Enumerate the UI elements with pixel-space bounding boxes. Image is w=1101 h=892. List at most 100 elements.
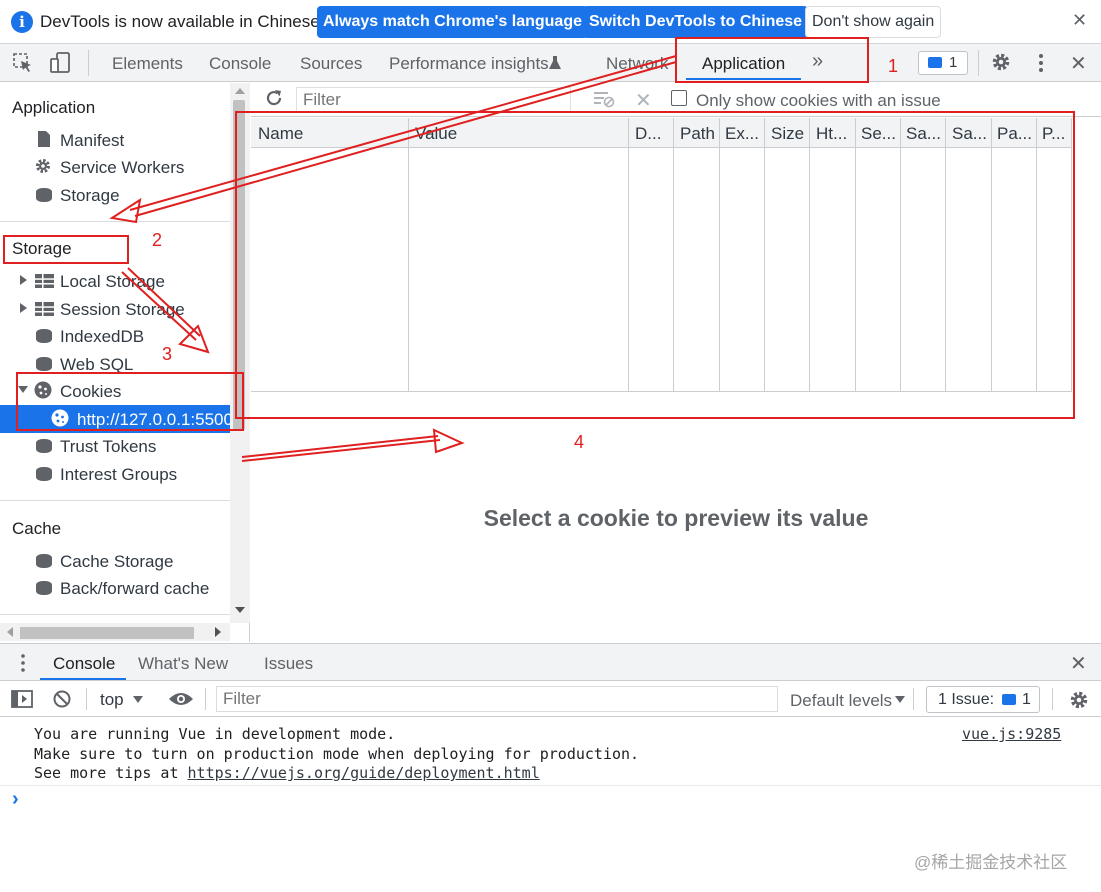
table-icon (35, 274, 54, 288)
more-tabs-icon[interactable]: » (812, 50, 823, 73)
annotation-label-1: 1 (888, 56, 899, 76)
section-cache-title: Cache (12, 519, 62, 538)
context-selector[interactable]: top (100, 690, 124, 710)
column-header-domain[interactable]: D... (635, 124, 673, 144)
scroll-up-arrow-icon[interactable] (235, 88, 245, 94)
sidebar-item-manifest[interactable]: Manifest (60, 131, 124, 151)
column-header-name[interactable]: Name (258, 124, 303, 144)
issue-flag-icon (1002, 694, 1016, 705)
expand-arrow-icon[interactable] (20, 303, 27, 313)
drawer-menu-icon[interactable] (18, 652, 28, 674)
chevron-down-icon[interactable] (895, 696, 905, 703)
cookie-filter-input[interactable] (296, 87, 571, 113)
infobar-close-icon[interactable]: ✕ (1072, 10, 1087, 31)
collapse-arrow-icon[interactable] (18, 386, 28, 393)
always-match-language-button[interactable]: Always match Chrome's language (317, 6, 588, 38)
drawer-tab-issues[interactable]: Issues (264, 654, 313, 674)
only-issues-checkbox[interactable] (671, 90, 687, 106)
column-divider (809, 118, 810, 392)
column-header-size[interactable]: Size (771, 124, 809, 144)
close-drawer-icon[interactable]: ✕ (1070, 651, 1087, 676)
scroll-down-arrow-icon[interactable] (235, 607, 245, 613)
column-divider (628, 118, 629, 392)
drawer-tab-whats-new[interactable]: What's New (138, 654, 228, 674)
drawer-tab-console[interactable]: Console (53, 654, 115, 674)
inspect-element-icon[interactable] (12, 52, 34, 74)
chevron-down-icon[interactable] (133, 696, 143, 703)
sidebar-vertical-scroll-thumb[interactable] (233, 100, 245, 430)
scroll-right-arrow-icon[interactable] (215, 627, 221, 637)
sidebar-item-trust-tokens[interactable]: Trust Tokens (60, 437, 156, 457)
switch-to-chinese-button[interactable]: Switch DevTools to Chinese (583, 6, 809, 38)
sidebar-item-cache-storage[interactable]: Cache Storage (60, 552, 173, 572)
sidebar-horizontal-scroll-thumb[interactable] (20, 627, 194, 639)
section-divider (0, 614, 230, 615)
column-header-path[interactable]: Path (680, 124, 718, 144)
clear-filtered-cookies-icon[interactable] (592, 88, 616, 108)
tab-network[interactable]: Network (606, 54, 668, 74)
tab-console[interactable]: Console (209, 54, 271, 74)
cookie-icon (51, 409, 69, 427)
column-header-secure[interactable]: Se... (861, 124, 899, 144)
column-header-samesite[interactable]: Sa... (906, 124, 944, 144)
console-prompt-icon[interactable]: › (12, 788, 19, 811)
expand-arrow-icon[interactable] (20, 275, 27, 285)
active-tab-indicator (686, 78, 801, 80)
toolbar-divider (978, 50, 979, 76)
sidebar-item-back-forward-cache[interactable]: Back/forward cache (60, 579, 209, 599)
console-text: See more tips at (34, 764, 188, 782)
column-header-httponly[interactable]: Ht... (816, 124, 854, 144)
console-divider (0, 785, 1101, 786)
column-divider (408, 118, 409, 392)
console-settings-gear-icon[interactable] (1068, 689, 1090, 711)
experiment-flask-icon (549, 56, 561, 69)
database-icon (36, 439, 52, 453)
column-header-partition-key[interactable]: Pa... (997, 124, 1035, 144)
sidebar-item-storage-overview[interactable]: Storage (60, 186, 120, 206)
sidebar-item-service-workers[interactable]: Service Workers (60, 158, 184, 178)
issue-flag-icon (928, 57, 942, 68)
toolbar-divider (1052, 688, 1053, 710)
sidebar-item-cookies[interactable]: Cookies (60, 382, 121, 402)
refresh-icon[interactable] (264, 88, 284, 108)
dont-show-again-button[interactable]: Don't show again (805, 6, 942, 38)
deployment-guide-link[interactable]: https://vuejs.org/guide/deployment.html (188, 764, 540, 782)
column-header-value[interactable]: Value (415, 124, 457, 144)
scroll-left-arrow-icon[interactable] (7, 627, 13, 637)
toolbar-divider (86, 688, 87, 710)
toolbar-divider (205, 688, 206, 710)
more-options-icon[interactable] (1034, 52, 1048, 74)
database-icon (36, 188, 52, 202)
database-icon (36, 329, 52, 343)
device-toolbar-icon[interactable] (49, 51, 73, 75)
log-levels-dropdown[interactable]: Default levels (790, 691, 892, 711)
sidebar-item-interest-groups[interactable]: Interest Groups (60, 465, 177, 485)
console-issues-button[interactable]: 1 Issue: 1 (926, 686, 1040, 713)
database-icon (36, 581, 52, 595)
delete-cookie-icon[interactable]: ✕ (635, 88, 652, 113)
column-header-sameparty[interactable]: Sa... (952, 124, 990, 144)
annotation-label-4: 4 (574, 432, 585, 452)
tab-elements[interactable]: Elements (112, 54, 183, 74)
sidebar-item-web-sql[interactable]: Web SQL (60, 355, 133, 375)
sidebar-item-cookie-origin[interactable]: http://127.0.0.1:5500 (77, 410, 233, 430)
settings-gear-icon[interactable] (990, 51, 1012, 73)
empty-preview-message: Select a cookie to preview its value (483, 505, 869, 531)
console-filter-input[interactable] (216, 686, 778, 712)
info-icon: i (11, 11, 33, 33)
column-header-expires[interactable]: Ex... (725, 124, 763, 144)
tab-application[interactable]: Application (702, 54, 785, 74)
message-source-link[interactable]: vue.js:9285 (962, 725, 1061, 743)
column-header-priority[interactable]: P... (1042, 124, 1070, 144)
show-sidebar-icon[interactable] (11, 689, 33, 709)
close-devtools-icon[interactable]: ✕ (1070, 51, 1087, 76)
sidebar-item-indexeddb[interactable]: IndexedDB (60, 327, 144, 347)
live-expression-eye-icon[interactable] (168, 690, 194, 708)
sidebar-item-local-storage[interactable]: Local Storage (60, 272, 165, 292)
tab-sources[interactable]: Sources (300, 54, 362, 74)
tab-performance-insights[interactable]: Performance insights (389, 54, 549, 74)
clear-console-icon[interactable] (52, 689, 72, 709)
sidebar-item-session-storage[interactable]: Session Storage (60, 300, 185, 320)
issues-counter-button[interactable]: 1 (918, 51, 968, 75)
console-message-line: You are running Vue in development mode. (34, 725, 396, 743)
